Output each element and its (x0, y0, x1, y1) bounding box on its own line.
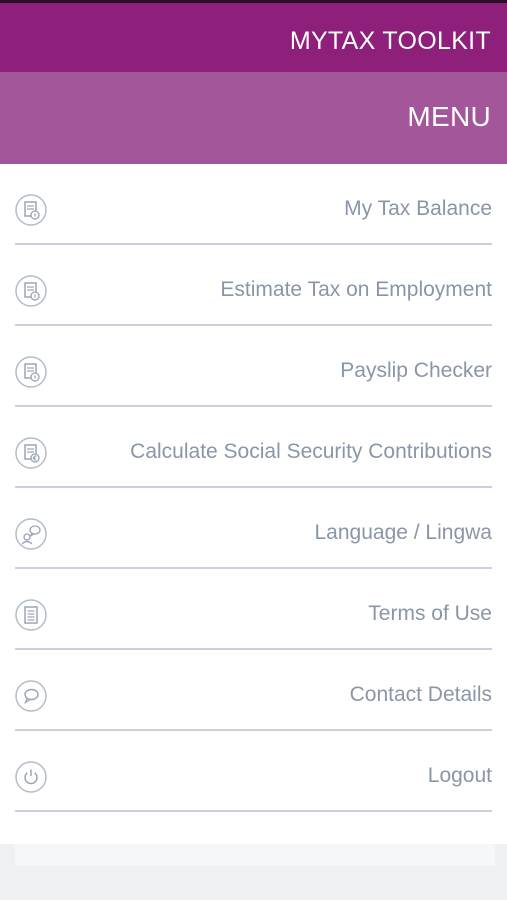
menu-item-label: Logout (427, 764, 492, 787)
menu-label: MENU (407, 101, 491, 132)
menu-item-my-tax-balance[interactable]: My Tax Balance (0, 164, 507, 245)
document-lines-icon (15, 599, 47, 631)
menu-item-label: Terms of Use (368, 602, 492, 625)
menu-item-label: My Tax Balance (344, 197, 492, 220)
menu-item-label: Calculate Social Security Contributions (130, 440, 492, 463)
menu-item-payslip-checker[interactable]: Payslip Checker (0, 326, 507, 407)
speech-bubble-icon (15, 680, 47, 712)
document-info-icon (15, 194, 47, 226)
menu-item-label: Contact Details (349, 683, 492, 706)
menu-item-label: Payslip Checker (340, 359, 492, 382)
menu-header: MENU (0, 72, 507, 164)
menu-item-label: Estimate Tax on Employment (220, 278, 492, 301)
app-title: MYTAX TOOLKIT (289, 27, 491, 55)
power-icon (15, 761, 47, 793)
footer-area (0, 844, 507, 900)
menu-item-social-security[interactable]: Calculate Social Security Contributions (0, 407, 507, 488)
menu-list: My Tax Balance Estimate Tax on Employmen… (0, 164, 507, 844)
menu-item-terms-of-use[interactable]: Terms of Use (0, 569, 507, 650)
footer-panel (15, 844, 495, 866)
menu-item-estimate-tax[interactable]: Estimate Tax on Employment (0, 245, 507, 326)
document-euro-icon (15, 437, 47, 469)
document-info-icon (15, 356, 47, 388)
menu-item-label: Language / Lingwa (314, 521, 493, 544)
document-info-icon (15, 275, 47, 307)
menu-item-language[interactable]: Language / Lingwa (0, 488, 507, 569)
menu-item-contact-details[interactable]: Contact Details (0, 650, 507, 731)
menu-item-logout[interactable]: Logout (0, 731, 507, 812)
app-header: MYTAX TOOLKIT (0, 0, 507, 72)
language-icon (15, 518, 47, 550)
